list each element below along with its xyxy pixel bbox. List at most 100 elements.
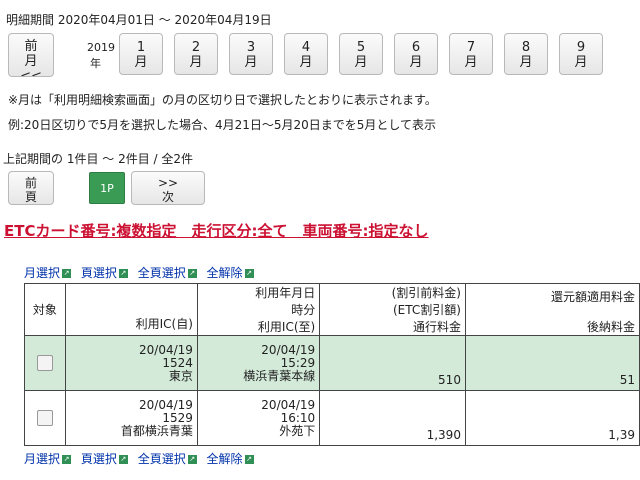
row-checkbox-cell bbox=[24, 335, 66, 391]
row-refund: 51 bbox=[464, 335, 640, 391]
month-unit: 月 bbox=[464, 55, 478, 70]
current-page-button[interactable]: 1P bbox=[89, 172, 125, 204]
month-number: 6 bbox=[411, 40, 421, 55]
prev-page-button[interactable]: 前 頁 << bbox=[8, 171, 54, 205]
header-fee: (割引前料金) (ETC割引額) 通行料金 bbox=[319, 283, 466, 336]
usage-table: 対象 利用IC(自) 利用年月日 時分 利用IC(至) (割引前料金) (ETC… bbox=[24, 283, 640, 446]
month-button-6[interactable]: 6 月 bbox=[394, 33, 438, 75]
exit-ic: 横浜青葉本線 bbox=[243, 368, 316, 383]
month-number: 9 bbox=[576, 40, 586, 55]
prev-page-label: 頁 bbox=[24, 190, 37, 204]
header-refund: 還元額適用料金 後納料金 bbox=[464, 283, 640, 336]
month-button-5[interactable]: 5 月 bbox=[339, 33, 383, 75]
exit-date: 20/04/19 bbox=[261, 342, 316, 357]
clear-all-link[interactable]: 全解除 ↗ bbox=[207, 452, 254, 466]
all-pages-select-link[interactable]: 全頁選択 ↗ bbox=[138, 266, 197, 280]
prev-page-label: 前 bbox=[24, 176, 37, 190]
header-deferred-fee: 後納料金 bbox=[586, 320, 635, 334]
all-pages-select-label: 全頁選択 bbox=[137, 452, 186, 466]
month-select-link[interactable]: 月選択 ↗ bbox=[24, 452, 72, 466]
month-unit: 月 bbox=[519, 55, 533, 70]
prev-month-arrows: << bbox=[20, 69, 42, 77]
clear-all-link[interactable]: 全解除 ↗ bbox=[207, 266, 254, 280]
table-header-row: 対象 利用IC(自) 利用年月日 時分 利用IC(至) (割引前料金) (ETC… bbox=[24, 283, 640, 336]
month-unit: 月 bbox=[299, 55, 313, 70]
all-pages-select-link[interactable]: 全頁選択 ↗ bbox=[138, 452, 197, 466]
header-etc-discount: (ETC割引額) bbox=[393, 303, 461, 317]
page-select-link[interactable]: 頁選択 ↗ bbox=[81, 266, 128, 280]
year-label: 2019 年 bbox=[87, 40, 115, 72]
external-link-icon: ↗ bbox=[244, 269, 254, 278]
record-count: 上記期間の 1件目 ～ 2件目 / 全2件 bbox=[3, 152, 194, 166]
month-unit: 月 bbox=[244, 55, 258, 70]
month-number: 2 bbox=[191, 40, 201, 55]
month-number: 8 bbox=[521, 40, 531, 55]
month-number: 7 bbox=[466, 40, 476, 55]
row-checkbox[interactable] bbox=[36, 355, 53, 371]
month-button-2[interactable]: 2 月 bbox=[174, 33, 218, 75]
month-select-label: 月選択 bbox=[24, 452, 61, 466]
next-page-button[interactable]: >> 次 頁 bbox=[131, 171, 205, 205]
etc-filter-info[interactable]: ETCカード番号:複数指定 走行区分:全て 車両番号:指定なし bbox=[4, 220, 429, 241]
entry-ic: 東京 bbox=[168, 368, 193, 383]
next-page-label: 次 bbox=[161, 190, 174, 204]
exit-ic: 外苑下 bbox=[279, 423, 316, 438]
month-number: 1 bbox=[136, 40, 146, 55]
page-select-link[interactable]: 頁選択 ↗ bbox=[81, 452, 128, 466]
header-target: 対象 bbox=[24, 283, 66, 336]
header-toll-fee: 通行料金 bbox=[412, 320, 461, 334]
year-unit: 年 bbox=[90, 57, 101, 70]
month-button-4[interactable]: 4 月 bbox=[284, 33, 328, 75]
external-link-icon: ↗ bbox=[62, 455, 72, 464]
all-pages-select-label: 全頁選択 bbox=[137, 266, 186, 280]
select-links-bottom: 月選択 ↗ 頁選択 ↗ 全頁選択 ↗ 全解除 ↗ bbox=[24, 450, 260, 467]
month-button-1[interactable]: 1 月 bbox=[119, 33, 163, 75]
prev-page-arrows: << bbox=[9, 204, 53, 205]
clear-all-label: 全解除 bbox=[206, 266, 243, 280]
header-time-label: 時分 bbox=[291, 303, 316, 317]
note-line-1: ※月は「利用明細検索画面」の月の区切り日で選択したとおりに表示されます。 bbox=[8, 93, 437, 107]
row-exit: 20/04/19 16:10 外苑下 bbox=[196, 390, 321, 446]
prev-month-label: 月 bbox=[24, 54, 38, 69]
page-select-label: 頁選択 bbox=[80, 452, 117, 466]
entry-time: 1524 bbox=[162, 355, 193, 370]
row-fee: 1,390 bbox=[319, 390, 466, 446]
page-select-label: 頁選択 bbox=[80, 266, 117, 280]
header-refund-fee: 還元額適用料金 bbox=[550, 290, 635, 304]
row-exit: 20/04/19 15:29 横浜青葉本線 bbox=[196, 335, 321, 391]
table-row[interactable]: 20/04/19 1529 首都横浜青葉 20/04/19 16:10 外苑下 … bbox=[24, 390, 640, 446]
row-refund: 1,39 bbox=[464, 390, 640, 446]
next-page-label: 頁 bbox=[132, 204, 204, 205]
row-fee: 510 bbox=[319, 335, 466, 391]
month-button-7[interactable]: 7 月 bbox=[449, 33, 493, 75]
period-label: 明細期間 bbox=[6, 13, 55, 27]
external-link-icon: ↗ bbox=[118, 455, 128, 464]
month-button-3[interactable]: 3 月 bbox=[229, 33, 273, 75]
next-page-arrows: >> bbox=[157, 176, 179, 190]
row-checkbox[interactable] bbox=[36, 410, 53, 426]
entry-ic: 首都横浜青葉 bbox=[120, 423, 193, 438]
row-entry: 20/04/19 1529 首都横浜青葉 bbox=[64, 390, 198, 446]
external-link-icon: ↗ bbox=[187, 455, 197, 464]
table-row[interactable]: 20/04/19 1524 東京 20/04/19 15:29 横浜青葉本線 5… bbox=[24, 335, 640, 391]
header-fee-before-discount: (割引前料金) bbox=[391, 286, 461, 300]
header-to-ic-label: 利用IC(至) bbox=[257, 320, 316, 334]
entry-date: 20/04/19 bbox=[139, 397, 193, 412]
external-link-icon: ↗ bbox=[118, 269, 128, 278]
row-entry: 20/04/19 1524 東京 bbox=[64, 335, 198, 391]
month-unit: 月 bbox=[189, 55, 203, 70]
month-select-link[interactable]: 月選択 ↗ bbox=[24, 266, 72, 280]
external-link-icon: ↗ bbox=[62, 269, 72, 278]
month-button-9[interactable]: 9 月 bbox=[559, 33, 603, 75]
row-checkbox-cell bbox=[24, 390, 66, 446]
period-range: 2020年04月01日 ～ 2020年04月19日 bbox=[57, 13, 272, 27]
month-button-8[interactable]: 8 月 bbox=[504, 33, 548, 75]
prev-month-button[interactable]: 前 月 << bbox=[8, 33, 54, 77]
note-line-2: 例:20日区切りで5月を選択した場合、4月21日～5月20日までを5月として表示 bbox=[8, 118, 437, 132]
external-link-icon: ↗ bbox=[244, 455, 254, 464]
year-number: 2019 bbox=[87, 41, 115, 54]
header-from-ic: 利用IC(自) bbox=[64, 283, 198, 336]
exit-time: 15:29 bbox=[280, 355, 316, 370]
external-link-icon: ↗ bbox=[187, 269, 197, 278]
month-number: 3 bbox=[246, 40, 256, 55]
